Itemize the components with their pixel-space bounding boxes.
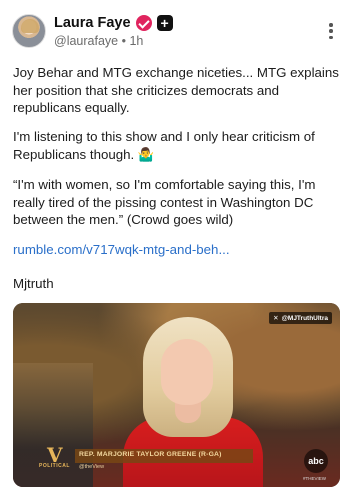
post-paragraph-2: I'm listening to this show and I only he…	[13, 129, 315, 162]
post-header: Laura Faye + @laurafaye • 1h	[0, 0, 353, 58]
chyron-sub: @theView	[79, 464, 105, 470]
face	[161, 339, 213, 405]
author-handle[interactable]: @laurafaye	[54, 34, 118, 48]
author-row: Laura Faye +	[54, 15, 173, 31]
show-logo-label: POLITICAL	[39, 463, 70, 469]
post-time: 1h	[129, 34, 144, 48]
video-thumbnail[interactable]: ✕ @MJTruthUltra V POLITICAL REP. MARJORI…	[13, 303, 340, 487]
meta-separator: •	[121, 34, 126, 48]
post-paragraph-3: “I'm with women, so I'm comfortable sayi…	[13, 177, 316, 227]
watermark: ✕ @MJTruthUltra	[269, 312, 332, 324]
x-logo-icon: ✕	[273, 315, 279, 322]
avatar[interactable]	[12, 14, 46, 48]
verified-badge-icon	[135, 15, 152, 31]
post-signature: Mjtruth	[13, 276, 54, 291]
network-logo: abc	[304, 449, 328, 473]
author-name[interactable]: Laura Faye	[54, 15, 131, 31]
show-logo: V POLITICAL	[39, 443, 73, 471]
plus-badge-icon: +	[156, 15, 173, 31]
post-paragraph-1: Joy Behar and MTG exchange niceties... M…	[13, 65, 339, 115]
watermark-handle: @MJTruthUltra	[281, 314, 328, 322]
post-link[interactable]: rumble.com/v717wqk-mtg-and-beh...	[13, 241, 343, 259]
lower-third: V POLITICAL REP. MARJORIE TAYLOR GREENE …	[39, 443, 253, 471]
chyron-name: REP. MARJORIE TAYLOR GREENE (R-GA)	[79, 451, 222, 458]
more-options-icon[interactable]	[329, 23, 333, 39]
network-hashtag: #THEVIEW	[302, 476, 326, 481]
post-meta: @laurafaye • 1h	[54, 34, 143, 48]
